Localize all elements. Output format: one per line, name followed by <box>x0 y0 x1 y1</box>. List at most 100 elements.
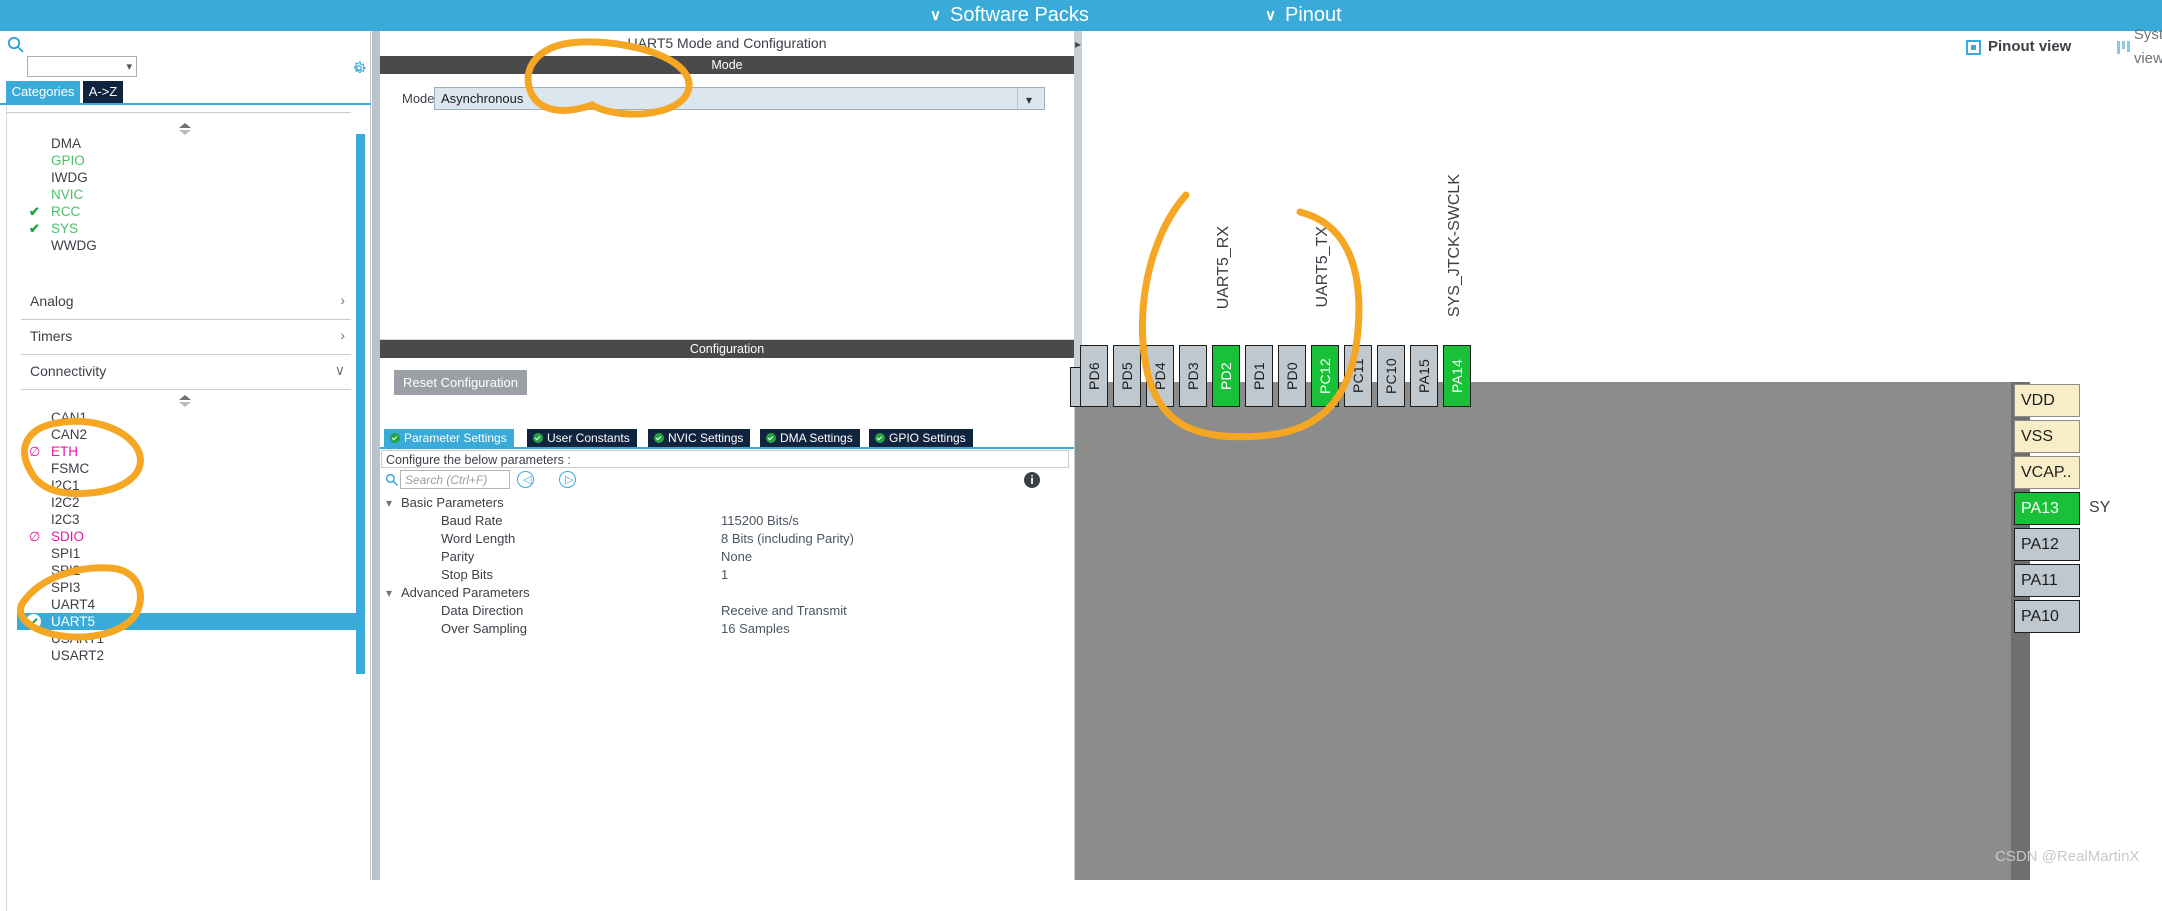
parameter-search-input[interactable]: Search (Ctrl+F) <box>400 470 510 489</box>
pin-vss[interactable]: VSS <box>2014 420 2080 453</box>
pin-pd2[interactable]: PD2 <box>1212 345 1240 407</box>
check-circle-icon <box>875 433 885 443</box>
parameter-name: Word Length <box>441 531 516 546</box>
sidebar-item-uart5[interactable]: UART5 <box>17 613 357 630</box>
sidebar-group-timers[interactable]: Timers › <box>21 321 351 354</box>
tab-label: GPIO Settings <box>889 431 966 445</box>
menu-pinout[interactable]: ∨ Pinout <box>1265 0 1342 31</box>
parameter-name: Stop Bits <box>441 567 494 582</box>
pin-pd4[interactable]: PD4 <box>1146 345 1174 407</box>
check-circle-icon <box>26 614 41 629</box>
parameter-row[interactable]: Parity None <box>381 548 1069 566</box>
tab-nvic-settings[interactable]: NVIC Settings <box>648 429 752 447</box>
check-circle-icon <box>766 433 776 443</box>
sidebar-item-sys[interactable]: ✔ SYS <box>17 220 357 237</box>
pin-pc10[interactable]: PC10 <box>1377 345 1405 407</box>
sidebar-item-label: SYS <box>51 221 79 236</box>
blocked-icon: ∅ <box>29 529 41 544</box>
sidebar-item-can1[interactable]: CAN1 <box>17 409 357 426</box>
tab-parameter-settings[interactable]: Parameter Settings <box>384 429 515 447</box>
parameter-group-row[interactable]: ▾ Basic Parameters <box>381 494 1069 512</box>
signal-label-sys-jtck-swclk: SYS_JTCK-SWCLK <box>1446 174 1463 318</box>
sidebar-item-can2[interactable]: CAN2 <box>17 426 357 443</box>
sidebar-item-iwdg[interactable]: IWDG <box>17 169 357 186</box>
peripheral-sidebar: ▾ Categories A->Z DMA GPIO IWDG NVIC ✔ R… <box>0 31 371 911</box>
pin-pa14[interactable]: PA14 <box>1443 345 1471 407</box>
menu-software-packs-label: Software Packs <box>949 4 1089 26</box>
sidebar-item-sdio[interactable]: ∅ SDIO <box>17 528 357 545</box>
pin-pc11[interactable]: PC11 <box>1344 345 1372 407</box>
pin-pd3[interactable]: PD3 <box>1179 345 1207 407</box>
tab-a-to-z[interactable]: A->Z <box>83 81 123 103</box>
sidebar-item-spi3[interactable]: SPI3 <box>17 579 357 596</box>
blocked-icon: ∅ <box>29 444 41 459</box>
chevron-down-icon: ▾ <box>126 61 132 73</box>
reset-configuration-button[interactable]: Reset Configuration <box>394 370 527 395</box>
sidebar-item-label: USART2 <box>51 648 105 663</box>
sidebar-item-spi2[interactable]: SPI2 <box>17 562 357 579</box>
connectivity-list-spinner[interactable] <box>179 395 192 409</box>
parameter-row[interactable]: Word Length 8 Bits (including Parity) <box>381 530 1069 548</box>
spinner-down-icon <box>179 402 191 407</box>
pin-pa13[interactable]: PA13 <box>2014 492 2080 525</box>
sidebar-item-fsmc[interactable]: FSMC <box>17 460 357 477</box>
sidebar-item-i2c3[interactable]: I2C3 <box>17 511 357 528</box>
sidebar-item-usart1[interactable]: USART1 <box>17 630 357 647</box>
pin-pd6[interactable]: PD6 <box>1080 345 1108 407</box>
sidebar-item-nvic[interactable]: NVIC <box>17 186 357 203</box>
sidebar-scrollbar[interactable] <box>356 134 365 674</box>
pin-pa15[interactable]: PA15 <box>1410 345 1438 407</box>
check-icon: ✔ <box>29 204 40 219</box>
parameter-row[interactable]: Over Sampling 16 Samples <box>381 620 1069 638</box>
mode-select-arrow[interactable]: ▾ <box>1017 88 1044 109</box>
sidebar-item-i2c2[interactable]: I2C2 <box>17 494 357 511</box>
sidebar-item-rcc[interactable]: ✔ RCC <box>17 203 357 220</box>
menu-software-packs[interactable]: ∨ Software Packs <box>930 0 1089 31</box>
parameter-group-label: Basic Parameters <box>401 495 504 510</box>
tab-gpio-settings[interactable]: GPIO Settings <box>869 429 974 447</box>
sidebar-item-i2c1[interactable]: I2C1 <box>17 477 357 494</box>
parameter-row[interactable]: Baud Rate 115200 Bits/s <box>381 512 1069 530</box>
pin-label: PA12 <box>2021 535 2059 553</box>
pin-pd1[interactable]: PD1 <box>1245 345 1273 407</box>
pin-vcap[interactable]: VCAP.. <box>2014 456 2080 489</box>
mode-select[interactable]: Asynchronous ▾ <box>434 87 1045 110</box>
search-prev-button[interactable]: ◁ <box>517 471 534 488</box>
pin-pa10[interactable]: PA10 <box>2014 600 2080 633</box>
sidebar-item-usart2[interactable]: USART2 <box>17 647 357 664</box>
sidebar-scrollbar-thumb[interactable] <box>356 134 365 674</box>
parameter-row[interactable]: Data Direction Receive and Transmit <box>381 602 1069 620</box>
pin-pd5[interactable]: PD5 <box>1113 345 1141 407</box>
parameter-row[interactable]: Stop Bits 1 <box>381 566 1069 584</box>
search-next-button[interactable]: ▷ <box>559 471 576 488</box>
pin-label: PD0 <box>1284 362 1300 390</box>
sidebar-item-uart4[interactable]: UART4 <box>17 596 357 613</box>
sidebar-item-label: SPI2 <box>51 563 81 578</box>
sidebar-item-gpio[interactable]: GPIO <box>17 152 357 169</box>
info-icon[interactable]: i <box>1024 472 1040 488</box>
sidebar-group-connectivity[interactable]: Connectivity ∨ <box>21 356 351 389</box>
sidebar-item-wwdg[interactable]: WWDG <box>17 237 357 254</box>
cubemx-window: ∨ Software Packs ∨ Pinout ▾ Categories A <box>0 0 2162 911</box>
pin-label: VCAP.. <box>2021 463 2072 481</box>
pin-vdd[interactable]: VDD <box>2014 384 2080 417</box>
gear-icon[interactable] <box>350 59 368 77</box>
parameter-group-row[interactable]: ▾ Advanced Parameters <box>381 584 1069 602</box>
pin-pc12[interactable]: PC12 <box>1311 345 1339 407</box>
tab-categories[interactable]: Categories <box>6 81 80 103</box>
tab-user-constants[interactable]: User Constants <box>527 429 638 447</box>
sidebar-item-spi1[interactable]: SPI1 <box>17 545 357 562</box>
sidebar-group-analog[interactable]: Analog › <box>21 286 351 319</box>
chevron-down-icon[interactable]: ▾ <box>386 584 392 602</box>
pin-pa12[interactable]: PA12 <box>2014 528 2080 561</box>
tab-dma-settings[interactable]: DMA Settings <box>760 429 861 447</box>
sidebar-item-label: UART5 <box>51 614 96 629</box>
pin-pa11[interactable]: PA11 <box>2014 564 2080 597</box>
parameter-name: Baud Rate <box>441 513 503 528</box>
sidebar-item-eth[interactable]: ∅ ETH <box>17 443 357 460</box>
chevron-down-icon[interactable]: ▾ <box>386 494 392 512</box>
search-input[interactable]: ▾ <box>27 56 137 77</box>
sidebar-item-dma[interactable]: DMA <box>17 135 357 152</box>
panel-splitter[interactable] <box>372 31 380 880</box>
pin-pd0[interactable]: PD0 <box>1278 345 1306 407</box>
